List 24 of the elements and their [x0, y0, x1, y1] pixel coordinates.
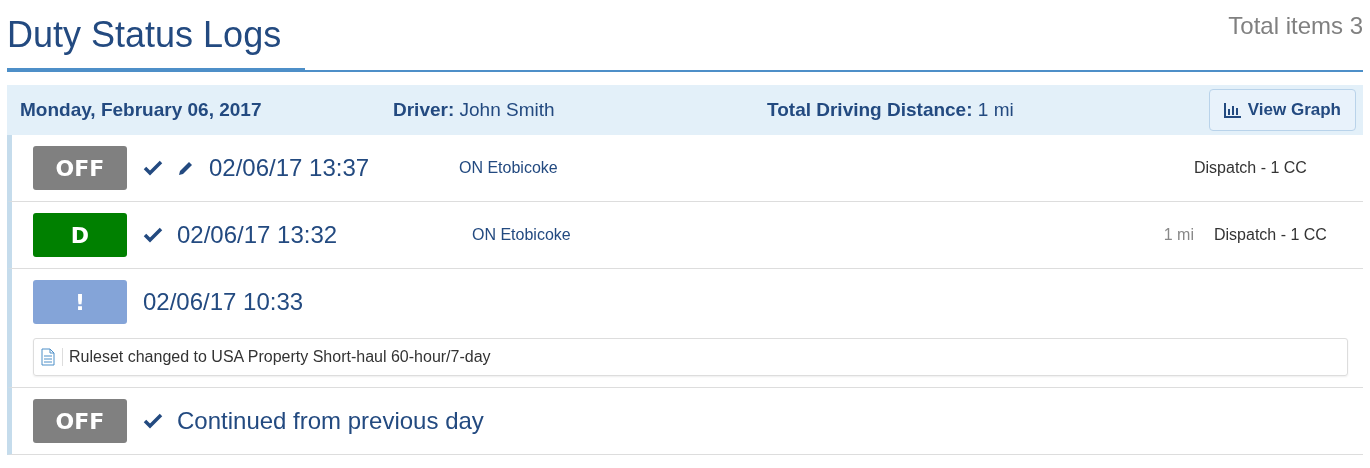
status-badge: D	[33, 213, 127, 257]
log-time: 02/06/17 13:32	[177, 221, 339, 249]
status-badge: OFF	[33, 399, 127, 443]
driver-label: Driver:	[393, 99, 455, 120]
log-distance: 1 mi	[1163, 226, 1194, 244]
log-time: 02/06/17 10:33	[143, 288, 304, 316]
log-time: Continued from previous day	[177, 407, 484, 435]
log-origin: Dispatch - 1 CC	[1214, 226, 1328, 244]
distance-value: 1 mi	[977, 99, 1014, 120]
log-date: Monday, February 06, 2017	[20, 99, 262, 120]
page-title: Duty Status Logs	[7, 8, 305, 72]
status-badge: OFF	[33, 146, 127, 190]
note-text: Ruleset changed to USA Property Short-haul 60-hour/7-day	[62, 348, 491, 366]
distance-label: Total Driving Distance:	[767, 99, 973, 120]
status-badge: !	[33, 280, 127, 324]
log-location: ON Etobicoke	[459, 159, 559, 177]
document-icon	[40, 348, 56, 366]
total-items: Total items 3	[1228, 11, 1363, 40]
log-location: ON Etobicoke	[472, 226, 572, 244]
driver-name: John Smith	[459, 99, 555, 120]
bar-chart-icon	[1223, 102, 1242, 118]
view-graph-button[interactable]: View Graph	[1208, 89, 1356, 131]
log-time: 02/06/17 13:37	[209, 154, 371, 182]
log-origin: Dispatch - 1 CC	[1194, 159, 1308, 177]
